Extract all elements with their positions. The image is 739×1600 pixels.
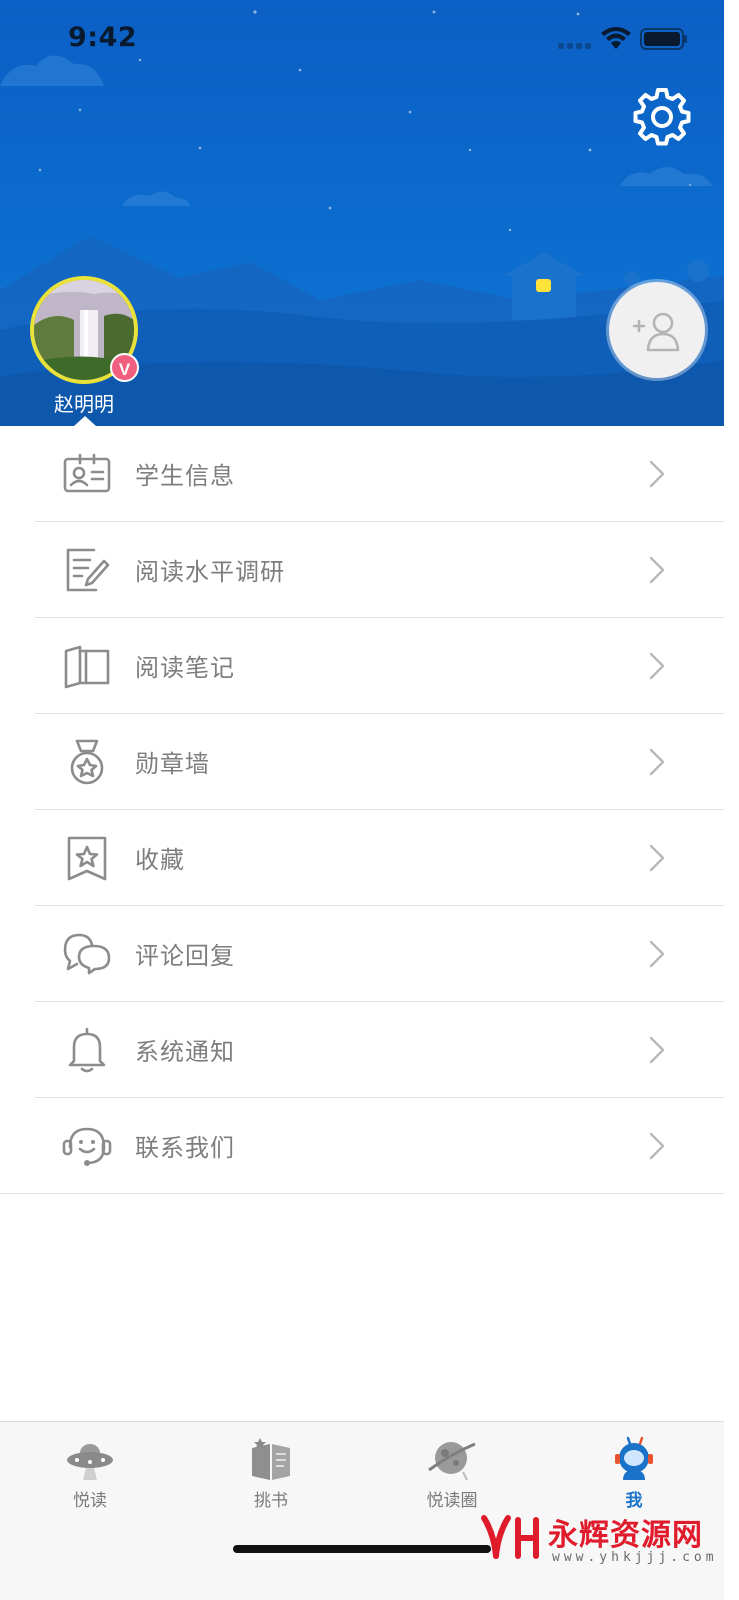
watermark-url: www.yhkjjj.com	[552, 1550, 718, 1565]
menu-item-medal-wall[interactable]: 勋章墙	[0, 714, 724, 810]
cellular-signal-icon	[558, 43, 591, 49]
user-name[interactable]: 赵明明	[0, 388, 168, 417]
profile-menu: 学生信息 阅读水平调研 阅读笔记 勋章墙 收藏 评论回复 系统通知 联系我们	[0, 426, 724, 1194]
bell-icon	[68, 1027, 106, 1073]
book-stack-icon	[252, 1438, 290, 1480]
menu-item-contact-us[interactable]: 联系我们	[0, 1098, 724, 1194]
add-user-icon	[632, 312, 680, 352]
watermark-title: 永辉资源网	[548, 1518, 703, 1553]
planet-icon	[428, 1442, 476, 1481]
menu-label: 阅读笔记	[135, 654, 235, 682]
chevron-right-icon	[649, 1132, 665, 1160]
profile-header: 9:42 V 赵明明	[0, 0, 724, 426]
home-indicator[interactable]	[233, 1545, 491, 1553]
chat-bubbles-icon	[63, 933, 111, 975]
status-time: 9:42	[68, 22, 138, 53]
chevron-right-icon	[649, 652, 665, 680]
menu-label: 评论回复	[135, 942, 235, 970]
status-bar: 9:42	[0, 0, 724, 80]
chevron-right-icon	[649, 556, 665, 584]
headset-support-icon	[62, 1127, 112, 1166]
menu-label: 系统通知	[135, 1038, 235, 1066]
battery-icon	[640, 28, 687, 50]
tab-label: 悦读	[73, 1491, 107, 1511]
menu-label: 勋章墙	[135, 750, 210, 778]
site-watermark: 永辉资源网 www.yhkjjj.com	[480, 1508, 730, 1572]
medal-icon	[70, 739, 104, 785]
menu-label: 收藏	[135, 846, 185, 874]
bookmark-star-icon	[67, 836, 107, 881]
add-friend-button[interactable]	[609, 282, 705, 378]
menu-label: 联系我们	[135, 1134, 235, 1162]
divider	[0, 1193, 724, 1194]
menu-item-reading-notes[interactable]: 阅读笔记	[0, 618, 724, 714]
astronaut-icon	[615, 1436, 653, 1480]
ufo-icon	[67, 1444, 113, 1480]
selection-caret	[74, 416, 96, 426]
survey-edit-icon	[66, 548, 110, 592]
chevron-right-icon	[649, 1036, 665, 1064]
watermark-logo-icon	[481, 1515, 539, 1559]
tab-yuedu[interactable]: 悦读	[30, 1432, 150, 1522]
id-card-icon	[63, 453, 111, 493]
wifi-icon	[601, 27, 631, 49]
chevron-right-icon	[649, 844, 665, 872]
chevron-right-icon	[649, 460, 665, 488]
menu-item-favorites[interactable]: 收藏	[0, 810, 724, 906]
settings-gear-icon[interactable]	[632, 86, 692, 146]
menu-item-system-notifications[interactable]: 系统通知	[0, 1002, 724, 1098]
menu-item-reading-survey[interactable]: 阅读水平调研	[0, 522, 724, 618]
menu-item-comment-replies[interactable]: 评论回复	[0, 906, 724, 1002]
menu-label: 学生信息	[135, 462, 235, 490]
menu-label: 阅读水平调研	[135, 558, 285, 586]
chevron-right-icon	[649, 748, 665, 776]
vip-badge: V	[110, 353, 139, 382]
tab-label: 挑书	[254, 1491, 288, 1511]
tab-tiaoshu[interactable]: 挑书	[211, 1432, 331, 1522]
chevron-right-icon	[649, 940, 665, 968]
menu-item-student-info[interactable]: 学生信息	[0, 426, 724, 522]
avatar-container: V	[30, 276, 139, 384]
open-book-icon	[64, 645, 110, 689]
